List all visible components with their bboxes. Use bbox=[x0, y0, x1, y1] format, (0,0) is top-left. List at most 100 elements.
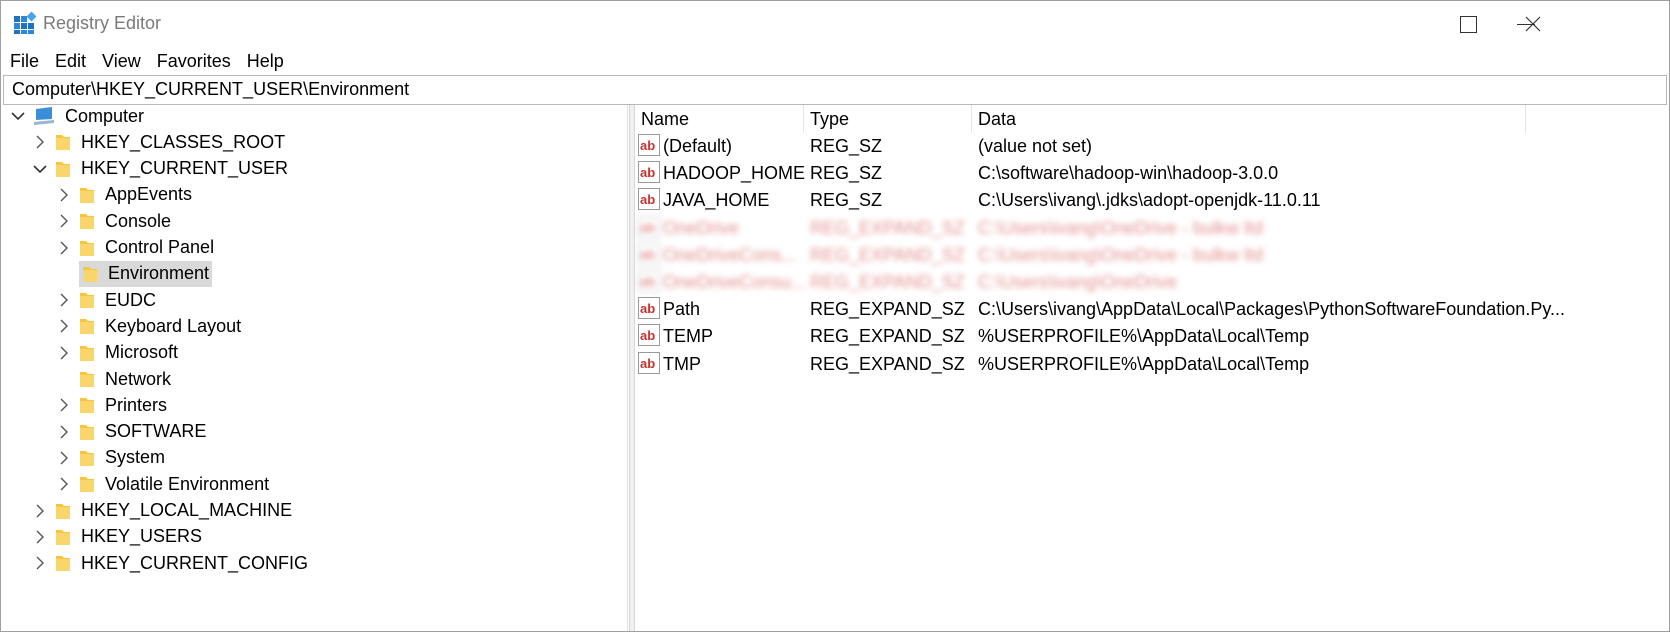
tree-node-content[interactable]: HKEY_CURRENT_USER bbox=[55, 156, 288, 182]
tree-node-label: AppEvents bbox=[105, 184, 193, 205]
tree-node-label: Network bbox=[105, 368, 172, 389]
column-header-type[interactable]: Type bbox=[810, 105, 849, 135]
key-tree[interactable]: Computer HKEY_CLASSES_ROOT HKEY_CURRENT_US… bbox=[3, 105, 628, 631]
tree-node-content[interactable]: HKEY_CLASSES_ROOT bbox=[55, 129, 285, 155]
tree-node-key[interactable]: SOFTWARE bbox=[57, 419, 206, 445]
value-row[interactable]: ab HADOOP_HOME REG_SZ C:\software\hadoop-wi… bbox=[635, 160, 1667, 187]
menu-bar: File Edit View Favorites Help bbox=[1, 47, 291, 75]
menu-view[interactable]: View bbox=[93, 47, 148, 75]
tree-node-key[interactable]: EUDC bbox=[57, 287, 156, 313]
column-divider[interactable] bbox=[971, 105, 972, 133]
tree-node-content[interactable]: Control Panel bbox=[79, 235, 214, 261]
chevron-right-icon[interactable] bbox=[57, 214, 71, 228]
tree-node-key[interactable]: Volatile Environment bbox=[57, 471, 269, 497]
column-header-data[interactable]: Data bbox=[978, 105, 1016, 135]
folder-icon bbox=[55, 501, 71, 521]
chevron-right-icon[interactable] bbox=[57, 477, 71, 491]
column-header-name[interactable]: Name bbox=[641, 105, 689, 135]
chevron-right-icon[interactable] bbox=[57, 293, 71, 307]
maximize-button[interactable] bbox=[1433, 1, 1503, 47]
title-bar[interactable]: Registry Editor bbox=[1, 1, 1669, 47]
chevron-right-icon[interactable] bbox=[33, 135, 47, 149]
tree-node-key[interactable]: Printers bbox=[57, 392, 167, 418]
tree-node-hive[interactable]: HKEY_CURRENT_CONFIG bbox=[33, 550, 308, 576]
tree-node-hive[interactable]: HKEY_CLASSES_ROOT bbox=[33, 129, 285, 155]
chevron-down-icon[interactable] bbox=[11, 109, 25, 123]
tree-node-computer[interactable]: Computer bbox=[11, 103, 144, 129]
column-divider[interactable] bbox=[803, 105, 804, 133]
column-divider[interactable] bbox=[1525, 105, 1526, 133]
tree-node-content[interactable]: Console bbox=[79, 208, 171, 234]
chevron-right-icon[interactable] bbox=[57, 425, 71, 439]
address-bar[interactable]: Computer\HKEY_CURRENT_USER\Environment bbox=[3, 75, 1667, 105]
value-row[interactable]: ab OneDriveCons... REG_EXPAND_SZ C:\Users\i… bbox=[635, 242, 1667, 269]
tree-node-key[interactable]: Microsoft bbox=[57, 340, 178, 366]
value-row[interactable]: ab TMP REG_EXPAND_SZ %USERPROFILE%\AppData\… bbox=[635, 351, 1667, 378]
chevron-right-icon[interactable] bbox=[33, 556, 47, 570]
chevron-right-icon[interactable] bbox=[33, 530, 47, 544]
svg-text:ab: ab bbox=[640, 356, 655, 371]
value-row[interactable]: ab Path REG_EXPAND_SZ C:\Users\ivang\AppDat… bbox=[635, 296, 1667, 323]
tree-node-key[interactable]: System bbox=[57, 445, 165, 471]
menu-help[interactable]: Help bbox=[238, 47, 291, 75]
value-name: (Default) bbox=[663, 136, 733, 156]
value-name: TMP bbox=[663, 353, 701, 374]
tree-node-content[interactable]: AppEvents bbox=[79, 182, 192, 208]
tree-node-content[interactable]: Keyboard Layout bbox=[79, 313, 241, 339]
folder-icon bbox=[79, 238, 95, 258]
svg-text:ab: ab bbox=[640, 247, 655, 262]
value-row[interactable]: ab OneDriveConsu... REG_EXPAND_SZ C:\Users\… bbox=[635, 269, 1667, 296]
tree-node-hive[interactable]: HKEY_USERS bbox=[33, 524, 202, 550]
value-row[interactable]: ab (Default) REG_SZ (value not set) bbox=[635, 133, 1667, 160]
tree-node-content[interactable]: Environment bbox=[79, 260, 213, 287]
svg-text:ab: ab bbox=[640, 274, 655, 289]
tree-node-key[interactable]: Console bbox=[57, 208, 171, 234]
close-button[interactable] bbox=[1499, 1, 1567, 47]
svg-text:ab: ab bbox=[640, 192, 655, 207]
tree-node-label: SOFTWARE bbox=[105, 421, 207, 442]
chevron-right-icon[interactable] bbox=[57, 319, 71, 333]
tree-node-content[interactable]: Printers bbox=[79, 392, 167, 418]
chevron-right-icon[interactable] bbox=[33, 504, 47, 518]
tree-node-content[interactable]: Microsoft bbox=[79, 340, 178, 366]
chevron-right-icon[interactable] bbox=[57, 451, 71, 465]
chevron-right-icon[interactable] bbox=[57, 241, 71, 255]
tree-node-content[interactable]: HKEY_LOCAL_MACHINE bbox=[55, 498, 292, 524]
value-type: REG_EXPAND_SZ bbox=[810, 299, 965, 320]
tree-node-content[interactable]: Network bbox=[79, 366, 171, 392]
menu-favorites[interactable]: Favorites bbox=[148, 47, 238, 75]
chevron-right-icon[interactable] bbox=[57, 188, 71, 202]
tree-node-content[interactable]: SOFTWARE bbox=[79, 419, 206, 445]
chevron-down-icon[interactable] bbox=[33, 162, 47, 176]
value-row[interactable]: ab TEMP REG_EXPAND_SZ %USERPROFILE%\AppData… bbox=[635, 323, 1667, 350]
tree-node-label: Environment bbox=[108, 263, 210, 284]
folder-icon bbox=[79, 316, 95, 336]
tree-node-label: HKEY_CURRENT_CONFIG bbox=[81, 552, 309, 573]
tree-node-selected[interactable]: Environment bbox=[57, 260, 213, 287]
menu-edit[interactable]: Edit bbox=[46, 47, 93, 75]
tree-node-key[interactable]: Network bbox=[57, 366, 171, 392]
computer-icon bbox=[33, 106, 55, 126]
tree-node-hive[interactable]: HKEY_LOCAL_MACHINE bbox=[33, 498, 292, 524]
chevron-right-icon[interactable] bbox=[57, 398, 71, 412]
string-value-icon: ab bbox=[638, 188, 660, 211]
tree-node-content[interactable]: EUDC bbox=[79, 287, 156, 313]
chevron-right-icon[interactable] bbox=[57, 346, 71, 360]
tree-node-key[interactable]: Keyboard Layout bbox=[57, 313, 241, 339]
value-row[interactable]: ab JAVA_HOME REG_SZ C:\Users\ivang\.jdks\ad… bbox=[635, 187, 1667, 214]
value-type: REG_EXPAND_SZ bbox=[810, 244, 965, 265]
tree-node-key[interactable]: Control Panel bbox=[57, 235, 214, 261]
value-row[interactable]: ab OneDrive REG_EXPAND_SZ C:\Users\ivang\On… bbox=[635, 215, 1667, 242]
value-data: %USERPROFILE%\AppData\Local\Temp bbox=[978, 326, 1310, 347]
tree-node-content[interactable]: System bbox=[79, 445, 165, 471]
tree-node-content[interactable]: Volatile Environment bbox=[79, 471, 269, 497]
tree-node-content[interactable]: Computer bbox=[33, 103, 144, 129]
address-path[interactable]: Computer\HKEY_CURRENT_USER\Environment bbox=[12, 79, 409, 100]
tree-node-hive[interactable]: HKEY_CURRENT_USER bbox=[33, 156, 288, 182]
tree-node-content[interactable]: HKEY_USERS bbox=[55, 524, 202, 550]
menu-file[interactable]: File bbox=[1, 47, 46, 75]
value-list[interactable]: Name Type Data ab (Default) REG_SZ (value n… bbox=[635, 105, 1667, 631]
tree-node-content[interactable]: HKEY_CURRENT_CONFIG bbox=[55, 550, 308, 576]
tree-node-key[interactable]: AppEvents bbox=[57, 182, 192, 208]
